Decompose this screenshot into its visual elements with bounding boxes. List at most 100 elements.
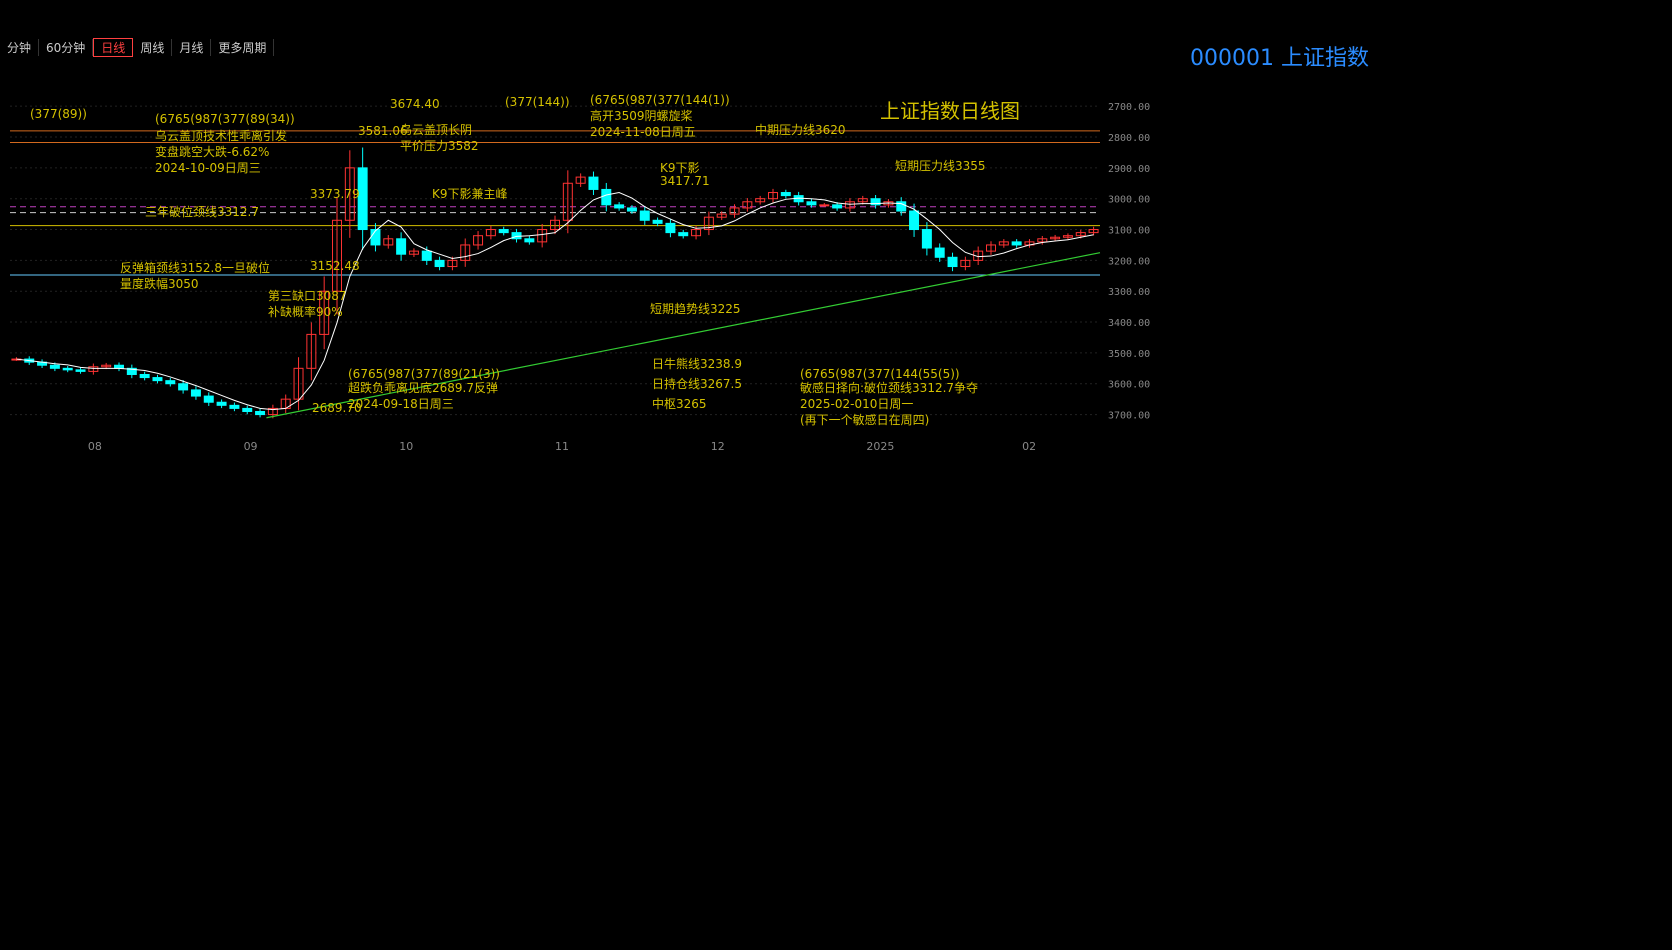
- annotation-ann-gap3: 第三缺口3087: [268, 288, 347, 303]
- index-code: 000001: [1190, 46, 1274, 71]
- kline-canvas: 3700.00 3600.00 3500.00 3400.00 3300.00 3200.…: [10, 93, 1150, 453]
- annotation-ann-neckline: 三年破位颈线3312.7: [145, 204, 259, 219]
- annotation-ann-volume-drop: 量度跌幅3050: [120, 276, 199, 291]
- candle-body-28: [370, 229, 381, 246]
- y-tick-label-1: 3600.00: [1108, 380, 1150, 391]
- candle-body-4: [62, 367, 73, 371]
- annotation-ann-sensitive: 敏感日择向:破位颈线3312.7争夺: [800, 380, 978, 395]
- period-toolbar: 分钟 60分钟 日线 周线 月线 更多周期: [0, 36, 275, 58]
- period-tab-2[interactable]: 日线: [93, 37, 134, 57]
- x-tick-label-3: 11: [555, 440, 569, 453]
- index-name-label: 上证指数: [1280, 46, 1369, 71]
- period-tab-3[interactable]: 周线: [133, 38, 173, 56]
- candle-body-70: [909, 210, 920, 231]
- annotation-ann-price-3674: 3674.40: [390, 97, 440, 111]
- annotation-ann-bull-bear: 日牛熊线3238.9: [652, 356, 742, 371]
- candle-body-45: [588, 176, 599, 190]
- annotation-ann-6765-34: (6765(987(377(89(34)): [155, 112, 295, 126]
- y-tick-label-6: 3100.00: [1108, 226, 1150, 237]
- annotation-ann-oversold: 超跌负乖离见底2689.7反弹: [348, 380, 498, 395]
- candle-body-51: [665, 222, 676, 234]
- annotation-ann-6765-144-1: (6765(987(377(144(1)): [590, 93, 730, 107]
- y-tick-label-10: 2700.00: [1108, 102, 1150, 113]
- annotation-ann-date-0918: 2024-09-18日周三: [348, 397, 454, 411]
- candle-body-12: [165, 380, 176, 385]
- y-tick-label-0: 3700.00: [1108, 411, 1150, 422]
- y-tick-label-7: 3000.00: [1108, 195, 1150, 206]
- candle-body-14: [190, 389, 201, 397]
- annotation-ann-price-3152: 3152.48: [310, 259, 360, 273]
- period-tab-0[interactable]: 分钟: [0, 38, 40, 56]
- annotation-ann-mid-pressure: 中期压力线3620: [755, 122, 846, 137]
- x-tick-label-0: 08: [88, 440, 102, 453]
- annotation-ann-gap-prob: 补缺概率90%: [268, 304, 343, 319]
- candle-body-73: [947, 256, 958, 268]
- candle-body-16: [216, 401, 227, 406]
- annotation-ann-k9: K9下影: [660, 161, 700, 175]
- annotation-ann-drop: 变盘跳空大跌-6.62%: [155, 144, 269, 159]
- candle-body-50: [652, 219, 663, 224]
- candle-body-30: [396, 238, 407, 255]
- candle-body-72: [934, 247, 945, 258]
- candle-body-49: [639, 210, 650, 221]
- annotation-ann-6765-55-5: (6765(987(377(144(55(5)): [800, 367, 960, 381]
- candle-body-32: [421, 250, 432, 261]
- x-tick-label-2: 10: [399, 440, 413, 453]
- candle-body-71: [921, 229, 932, 249]
- candle-body-52: [678, 232, 689, 237]
- period-tab-5[interactable]: 更多周期: [211, 38, 275, 56]
- annotation-ann-pressure-3582: 平价压力3582: [400, 139, 479, 153]
- annotation-ann-price-2689: 2689.70: [312, 401, 362, 415]
- annotation-ann-date-0210: 2025-02-010日周一: [800, 397, 913, 411]
- period-tab-4[interactable]: 月线: [172, 38, 212, 56]
- candle-body-17: [229, 404, 240, 409]
- candle-body-15: [203, 395, 214, 403]
- candle-body-63: [819, 204, 830, 207]
- annotation-ann-rebound-neck: 反弹箱颈线3152.8一旦破位: [120, 260, 270, 275]
- annotation-ann-long-shadow: 乌云盖顶长阴: [400, 122, 472, 137]
- x-tick-label-6: 02: [1022, 440, 1036, 453]
- y-tick-label-9: 2800.00: [1108, 133, 1150, 144]
- candle-body-19: [255, 410, 266, 416]
- annotation-ann-377-144: (377(144)): [505, 95, 570, 109]
- candle-body-64: [832, 204, 843, 209]
- annotation-ann-dark-cloud: 乌云盖顶技术性乖离引发: [155, 128, 287, 143]
- annotation-ann-short-trend: 短期趋势线3225: [650, 302, 741, 316]
- annotation-ann-price-3373: 3373.79: [310, 187, 360, 201]
- annotation-ann-377-89: (377(89)): [30, 107, 87, 121]
- annotation-ann-hold: 日持仓线3267.5: [652, 376, 742, 391]
- annotation-ann-short-pressure: 短期压力线3355: [895, 159, 986, 173]
- candle-body-38: [498, 229, 509, 234]
- candle-body-3: [49, 364, 60, 369]
- candle-body-13: [178, 383, 189, 391]
- x-tick-label-1: 09: [244, 440, 258, 453]
- annotation-ann-date-1108: 2024-11-08日周五: [590, 125, 696, 139]
- candle-body-5: [75, 369, 86, 372]
- annotation-ann-date-1009: 2024-10-09日周三: [155, 161, 261, 175]
- annotation-ann-next: (再下一个敏感日在周四): [800, 412, 929, 427]
- y-tick-label-4: 3300.00: [1108, 287, 1150, 298]
- candle-body-18: [242, 407, 253, 412]
- index-name: 000001 上证指数: [1190, 40, 1369, 72]
- candle-body-48: [626, 207, 637, 212]
- annotation-ann-gap-3509: 高开3509阴螺旋桨: [590, 108, 693, 123]
- candle-body-78: [1011, 241, 1022, 246]
- annotation-ann-6765-21-3: (6765(987(377(89(21(3)): [348, 367, 500, 381]
- main-kline-chart[interactable]: 3700.00 3600.00 3500.00 3400.00 3300.00 3200.…: [0, 90, 1180, 470]
- candle-body-10: [139, 373, 150, 379]
- candle-body-46: [601, 188, 612, 206]
- candle-body-33: [434, 259, 445, 268]
- annotation-ann-center: 中枢3265: [652, 396, 707, 411]
- annotation-ann-k9-peak: K9下影兼主峰: [432, 187, 508, 201]
- y-tick-label-3: 3400.00: [1108, 318, 1150, 329]
- x-tick-label-5: 2025: [866, 440, 894, 453]
- candle-body-40: [524, 238, 535, 243]
- candle-body-62: [806, 201, 817, 206]
- candle-body-47: [614, 204, 625, 209]
- period-tab-1[interactable]: 60分钟: [39, 38, 94, 56]
- x-tick-label-4: 12: [711, 440, 725, 453]
- chart-title: 上证指数日线图: [880, 99, 1020, 123]
- y-tick-label-5: 3200.00: [1108, 256, 1150, 267]
- y-tick-label-2: 3500.00: [1108, 349, 1150, 360]
- annotation-ann-price-3417: 3417.71: [660, 174, 710, 188]
